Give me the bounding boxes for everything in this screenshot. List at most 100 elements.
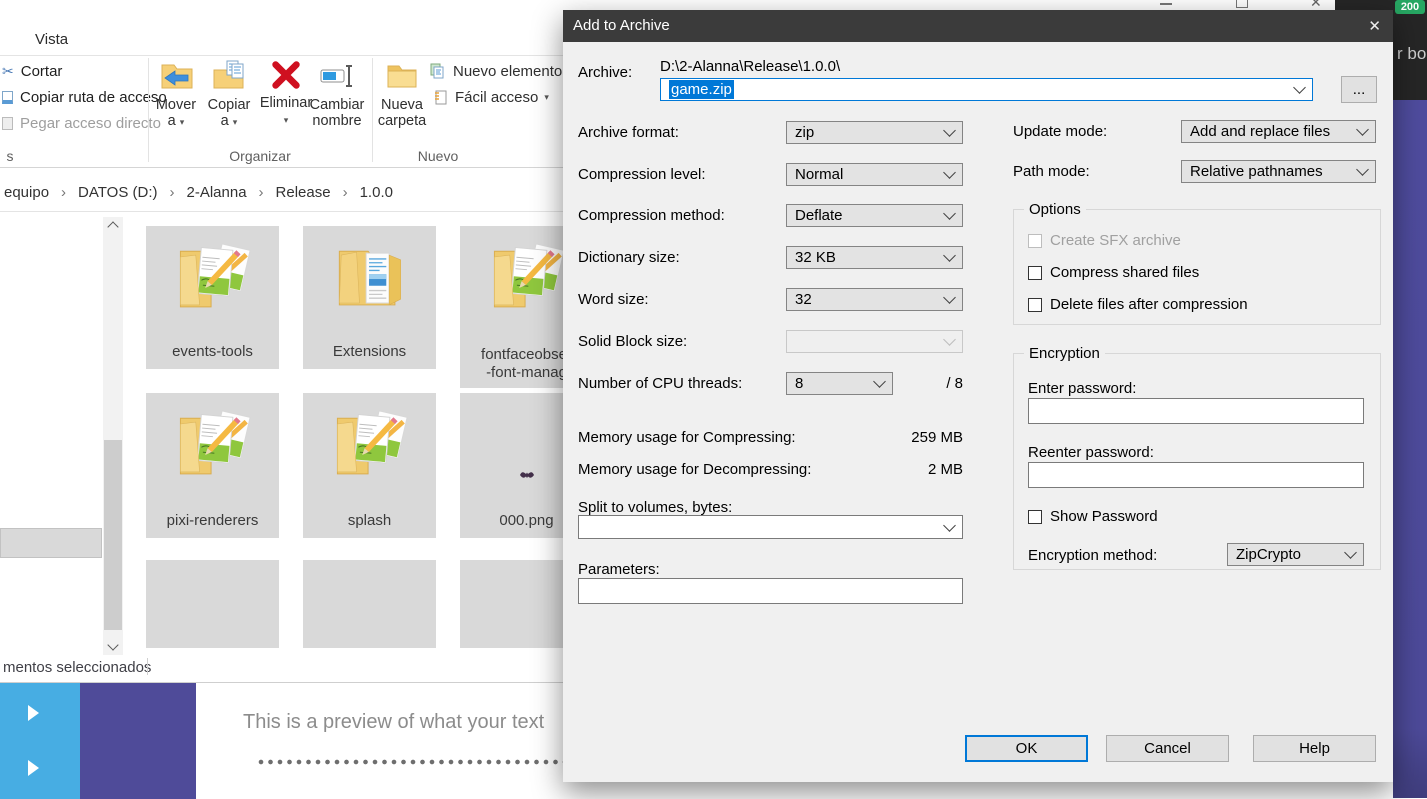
cpu-threads-label: Number of CPU threads: [578,375,742,392]
file-tile-pixi-renderers[interactable]: pixi-renderers [146,393,279,538]
background-purple-panel [1393,100,1427,798]
browse-button[interactable]: ... [1341,76,1377,103]
menu-item-label: Pegar acceso directo [20,115,161,132]
checkbox-icon[interactable] [1028,266,1042,280]
compression-level-select[interactable]: Normal [786,163,963,186]
maximize-icon[interactable] [1236,0,1248,8]
archive-name-combobox[interactable]: game.zip [660,78,1313,101]
close-icon[interactable]: ✕ [1368,17,1381,35]
compress-shared-checkbox-row[interactable]: Compress shared files [1028,264,1199,281]
compression-method-label: Compression method: [578,207,725,224]
scroll-up-icon[interactable] [103,219,123,235]
cpu-threads-value: 8 [795,375,803,392]
split-volumes-label: Split to volumes, bytes: [578,499,732,516]
compression-level-label: Compression level: [578,166,706,183]
checkbox-icon[interactable] [1028,298,1042,312]
show-password-checkbox-row[interactable]: Show Password [1028,508,1158,525]
menu-item-copiar-ruta[interactable]: Copiar ruta de acceso [2,86,167,108]
memory-compress-value: 259 MB [863,429,963,446]
breadcrumb-item[interactable]: Release [274,184,333,201]
word-size-label: Word size: [578,291,649,308]
archive-path: D:\2-Alanna\Release\1.0.0\ [660,58,840,75]
delete-label: Eliminar [260,95,312,111]
compression-level-value: Normal [795,166,843,183]
file-tile-splash[interactable]: splash [303,393,436,538]
archive-filename[interactable]: game.zip [669,80,734,99]
scrollbar-thumb[interactable] [104,440,122,630]
scroll-down-icon[interactable] [103,637,123,653]
menu-item-cortar[interactable]: ✂ Cortar [2,60,62,82]
folder-icon [167,401,259,493]
easy-access-icon [434,89,449,106]
play-arrow-icon[interactable] [28,705,39,721]
rename-icon [319,58,355,94]
group-label-clipboard: s [0,148,20,164]
checkbox-icon [1028,234,1042,248]
breadcrumb-item[interactable]: DATOS (D:) [76,184,159,201]
checkbox-icon[interactable] [1028,510,1042,524]
ok-button[interactable]: OK [965,735,1088,762]
file-name: pixi-renderers [146,512,279,530]
path-mode-select[interactable]: Relative pathnames [1181,160,1376,183]
dropdown-caret-icon: ▾ [544,93,549,101]
parameters-input[interactable] [578,578,963,604]
breadcrumb-item[interactable]: 2-Alanna [185,184,249,201]
delete-icon [269,58,303,92]
selection-status-text: mentos seleccionados [3,659,151,676]
background-text-fragment: r bo [1397,44,1426,64]
vertical-scrollbar[interactable] [103,217,123,655]
path-mode-value: Relative pathnames [1190,163,1323,180]
encryption-method-select[interactable]: ZipCrypto [1227,543,1364,566]
encryption-legend: Encryption [1024,345,1105,362]
dialog-title: Add to Archive [573,17,670,34]
image-file-icon [518,469,536,481]
chevron-down-icon[interactable] [1293,81,1306,94]
encryption-groupbox: Encryption Enter password: Reenter passw… [1013,353,1381,570]
chevron-down-icon [1356,123,1369,136]
word-size-select[interactable]: 32 [786,288,963,311]
chevron-down-icon [943,124,956,137]
folder-icon [324,234,416,326]
rename-label2: nombre [312,113,361,129]
chevron-down-icon [873,375,886,388]
options-legend: Options [1024,201,1086,218]
file-tile-extensions[interactable]: Extensions [303,226,436,369]
easy-access-button[interactable]: Fácil acceso ▾ [434,87,549,107]
dictionary-size-select[interactable]: 32 KB [786,246,963,269]
breadcrumb-item[interactable]: 1.0.0 [358,184,395,201]
cpu-threads-select[interactable]: 8 [786,372,893,395]
new-folder-button[interactable]: Nueva carpeta [376,58,428,129]
archive-label: Archive: [578,64,632,81]
cancel-button[interactable]: Cancel [1106,735,1229,762]
breadcrumb-item[interactable]: equipo [2,184,51,201]
chevron-down-icon [943,291,956,304]
file-tile-events-tools[interactable]: events-tools [146,226,279,369]
minimize-icon[interactable] [1160,3,1172,5]
file-tile-partial[interactable] [146,560,279,648]
solid-block-size-select [786,330,963,353]
split-volumes-combobox[interactable] [578,515,963,539]
play-arrow-icon[interactable] [28,760,39,776]
enter-password-input[interactable] [1028,398,1364,424]
chevron-right-icon: › [61,184,66,201]
file-name: fontfaceobser [481,346,572,363]
copy-to-button[interactable]: Copiar a ▾ [203,58,255,129]
compression-method-select[interactable]: Deflate [786,204,963,227]
move-to-button[interactable]: Mover a ▾ [150,58,202,129]
archive-format-select[interactable]: zip [786,121,963,144]
tab-vista[interactable]: Vista [35,31,68,48]
help-button[interactable]: Help [1253,735,1376,762]
dialog-title-bar[interactable]: Add to Archive ✕ [563,10,1393,42]
file-tile-partial[interactable] [303,560,436,648]
delete-after-label: Delete files after compression [1050,296,1248,313]
nav-pane-selected-item[interactable] [0,528,102,558]
copy-to-icon [211,58,247,94]
chevron-right-icon: › [170,184,175,201]
delete-after-checkbox-row[interactable]: Delete files after compression [1028,296,1248,313]
delete-button[interactable]: Eliminar ▾ [258,58,314,127]
reenter-password-input[interactable] [1028,462,1364,488]
file-name: events-tools [146,343,279,361]
new-item-button[interactable]: Nuevo elemento ▾ [430,61,573,81]
rename-button[interactable]: Cambiar nombre [308,58,366,129]
update-mode-select[interactable]: Add and replace files [1181,120,1376,143]
